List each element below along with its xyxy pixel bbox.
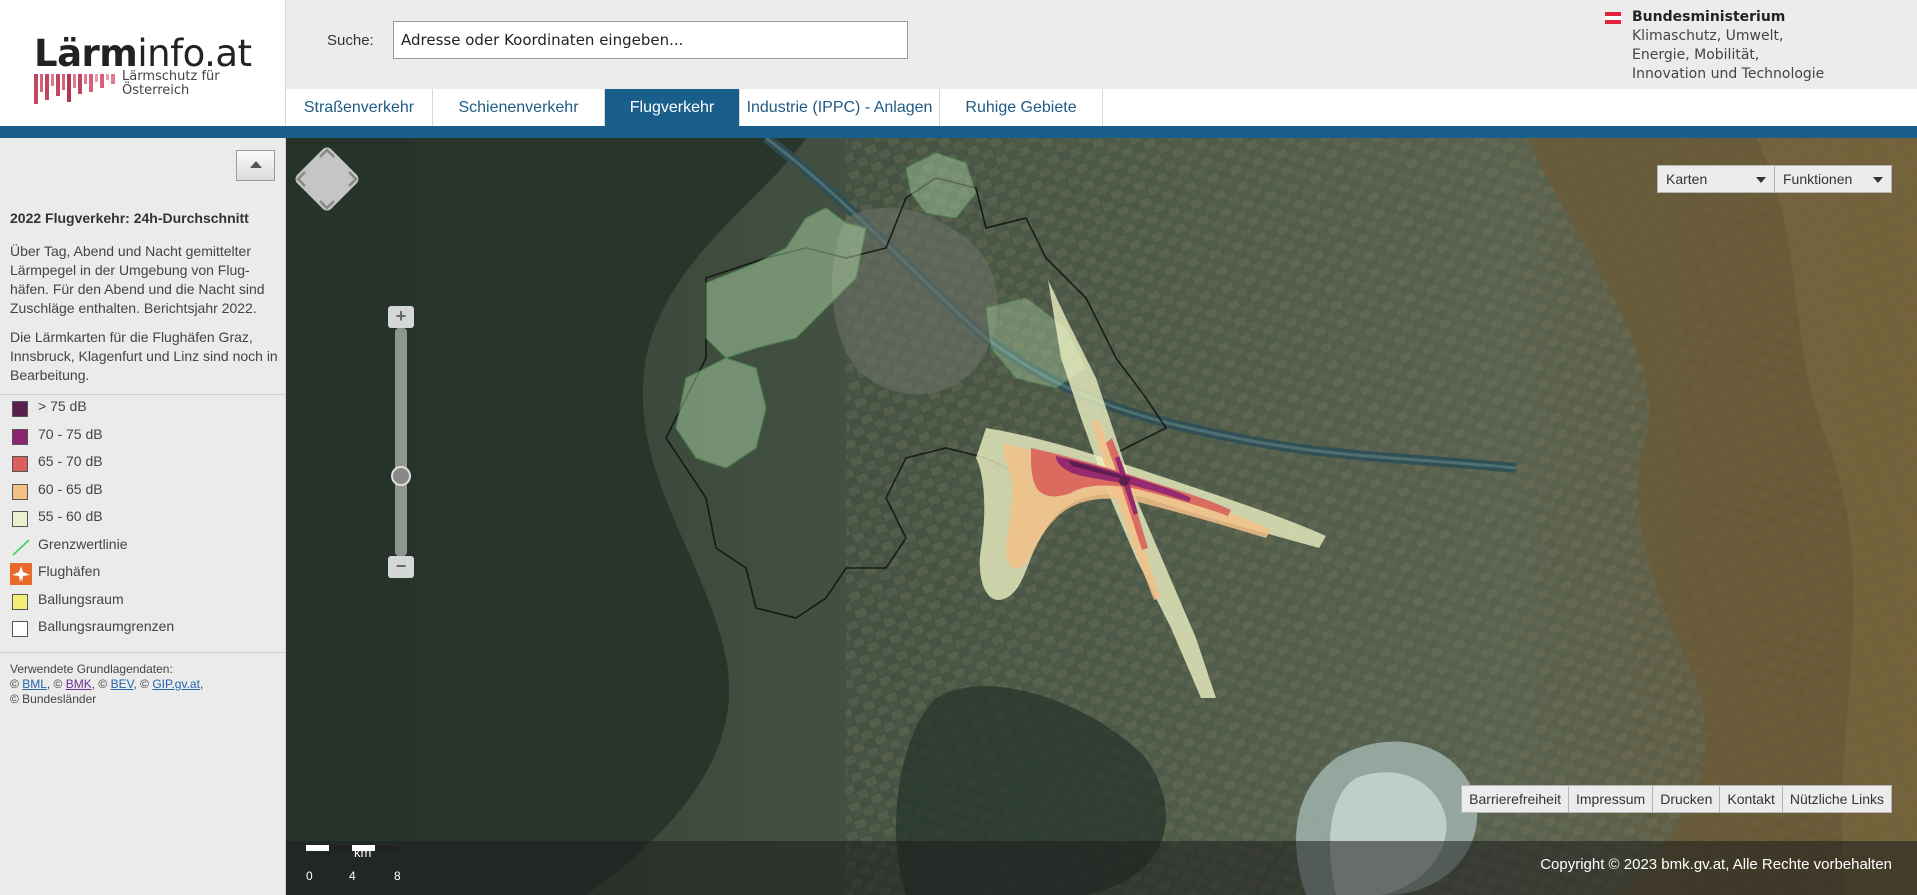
zoom-out-button[interactable]: − xyxy=(388,556,414,578)
ministry-line: Energie, Mobilität, xyxy=(1632,47,1760,63)
header: Lärminfo.at Lärmschutz für Österreich Su… xyxy=(0,0,1917,128)
legend-item: 65 - 70 dB xyxy=(10,453,280,473)
chevron-down-icon xyxy=(1873,177,1883,183)
legend-swatch xyxy=(12,456,28,472)
divider xyxy=(0,652,286,653)
map-view[interactable]: Karten Funktionen + − Barrierefreiheit I… xyxy=(286,138,1917,895)
map-controls: Karten Funktionen xyxy=(1657,165,1892,193)
legend-item: 70 - 75 dB xyxy=(10,426,280,446)
legend-label: Flughäfen xyxy=(38,563,101,579)
tab-ruhige-gebiete[interactable]: Ruhige Gebiete xyxy=(940,89,1103,126)
legend-swatch xyxy=(12,511,28,527)
legend-label: Grenzwertlinie xyxy=(38,535,128,552)
pan-control[interactable] xyxy=(286,138,368,220)
header-strip xyxy=(0,126,1917,138)
ministry-line: Klimaschutz, Umwelt, xyxy=(1632,28,1784,44)
legend-label: 60 - 65 dB xyxy=(38,480,103,497)
layer-note: Die Lärmkarten für die Flughäfen Graz, I… xyxy=(10,329,278,383)
tab-schienenverkehr[interactable]: Schienenverkehr xyxy=(433,89,605,126)
legend-label: 65 - 70 dB xyxy=(38,453,103,469)
layer-title: 2022 Flugverkehr: 24h-Durchschnitt xyxy=(10,210,249,226)
main-tabs: Straßenverkehr Schienenverkehr Flugverke… xyxy=(286,89,1917,128)
logo-bars-icon xyxy=(34,74,115,104)
chevron-up-icon xyxy=(250,161,262,168)
chevron-down-icon xyxy=(1756,177,1766,183)
legend-swatch xyxy=(12,401,28,417)
ministry-name: Bundesministerium xyxy=(1632,9,1786,25)
legend-item: Ballungsraum xyxy=(10,591,280,611)
credit-link-bev[interactable]: BEV xyxy=(111,677,134,691)
logo[interactable]: Lärminfo.at Lärmschutz für Österreich xyxy=(0,0,286,128)
ministry-subtitle: Klimaschutz, Umwelt, Energie, Mobilität,… xyxy=(1632,27,1824,84)
legend-label: Ballungsraumgrenzen xyxy=(38,618,175,634)
layer-description: Über Tag, Abend und Nacht gemittelter Lä… xyxy=(10,243,265,316)
credit-link-gip[interactable]: GIP.gv.at xyxy=(152,677,200,691)
sidebar: 2022 Flugverkehr: 24h-Durchschnitt Über … xyxy=(0,138,286,895)
credit-link-bmk[interactable]: BMK xyxy=(66,677,92,691)
legend-item: Flughäfen xyxy=(10,563,280,585)
link-barrierefreiheit[interactable]: Barrierefreiheit xyxy=(1461,785,1569,813)
ministry-line: Innovation und Technologie xyxy=(1632,66,1825,82)
zoom-control: + − xyxy=(388,306,414,578)
tab-flugverkehr[interactable]: Flugverkehr xyxy=(605,89,740,126)
legend-item: 60 - 65 dB xyxy=(10,481,280,501)
legend-swatch xyxy=(12,428,28,445)
functions-dropdown[interactable]: Funktionen xyxy=(1774,165,1892,193)
maps-dropdown[interactable]: Karten xyxy=(1657,165,1775,193)
airport-icon xyxy=(10,563,32,585)
link-kontakt[interactable]: Kontakt xyxy=(1719,785,1783,813)
zoom-slider-handle[interactable] xyxy=(391,466,411,486)
legend-swatch xyxy=(12,593,28,610)
credits-prefix: Verwendete Grundlagendaten: xyxy=(10,662,173,676)
copyright: Copyright © 2023 bmk.gv.at, Alle Rechte … xyxy=(1540,856,1892,873)
scale-tick: 0 xyxy=(306,869,313,883)
scale-tick: 8 xyxy=(394,869,401,883)
tab-industrie[interactable]: Industrie (IPPC) - Anlagen xyxy=(740,89,940,126)
search-label: Suche: xyxy=(327,32,374,49)
footer-links: Barrierefreiheit Impressum Drucken Konta… xyxy=(1461,785,1892,813)
limit-line-icon xyxy=(12,538,30,556)
scale-line xyxy=(306,845,398,851)
legend-label: 70 - 75 dB xyxy=(38,425,103,442)
zoom-slider-track[interactable] xyxy=(395,328,407,556)
legend-swatch xyxy=(12,621,28,637)
legend-swatch xyxy=(12,483,28,500)
legend-item: 55 - 60 dB xyxy=(10,508,280,528)
credits: Verwendete Grundlagendaten: © BML, © BMK… xyxy=(10,662,204,706)
austria-flag-icon xyxy=(1605,12,1621,24)
scale-tick: 4 xyxy=(349,869,356,883)
zoom-in-button[interactable]: + xyxy=(388,306,414,328)
scale-bar: km 0 4 8 xyxy=(306,845,426,891)
tab-strassenverkehr[interactable]: Straßenverkehr xyxy=(286,89,433,126)
legend-item: Grenzwertlinie xyxy=(10,536,280,556)
legend-label: > 75 dB xyxy=(38,398,87,414)
map-bottom-bar: km 0 4 8 Copyright © 2023 bmk.gv.at, All… xyxy=(286,841,1917,895)
link-drucken[interactable]: Drucken xyxy=(1652,785,1721,813)
legend-label: 55 - 60 dB xyxy=(38,508,103,524)
legend-item: Ballungsraumgrenzen xyxy=(10,618,280,638)
map-canvas[interactable] xyxy=(286,138,1917,895)
legend-label: Ballungsraum xyxy=(38,590,124,607)
legend-item: > 75 dB xyxy=(10,398,280,418)
credits-suffix: © Bundesländer xyxy=(10,692,97,706)
link-nuetzliche-links[interactable]: Nützliche Links xyxy=(1781,785,1892,813)
divider xyxy=(0,394,286,395)
credit-link-bml[interactable]: BML xyxy=(22,677,47,691)
search-input[interactable] xyxy=(393,21,908,59)
logo-subtitle: Lärmschutz für Österreich xyxy=(122,69,220,98)
link-impressum[interactable]: Impressum xyxy=(1567,785,1654,813)
collapse-sidebar-button[interactable] xyxy=(236,150,275,181)
